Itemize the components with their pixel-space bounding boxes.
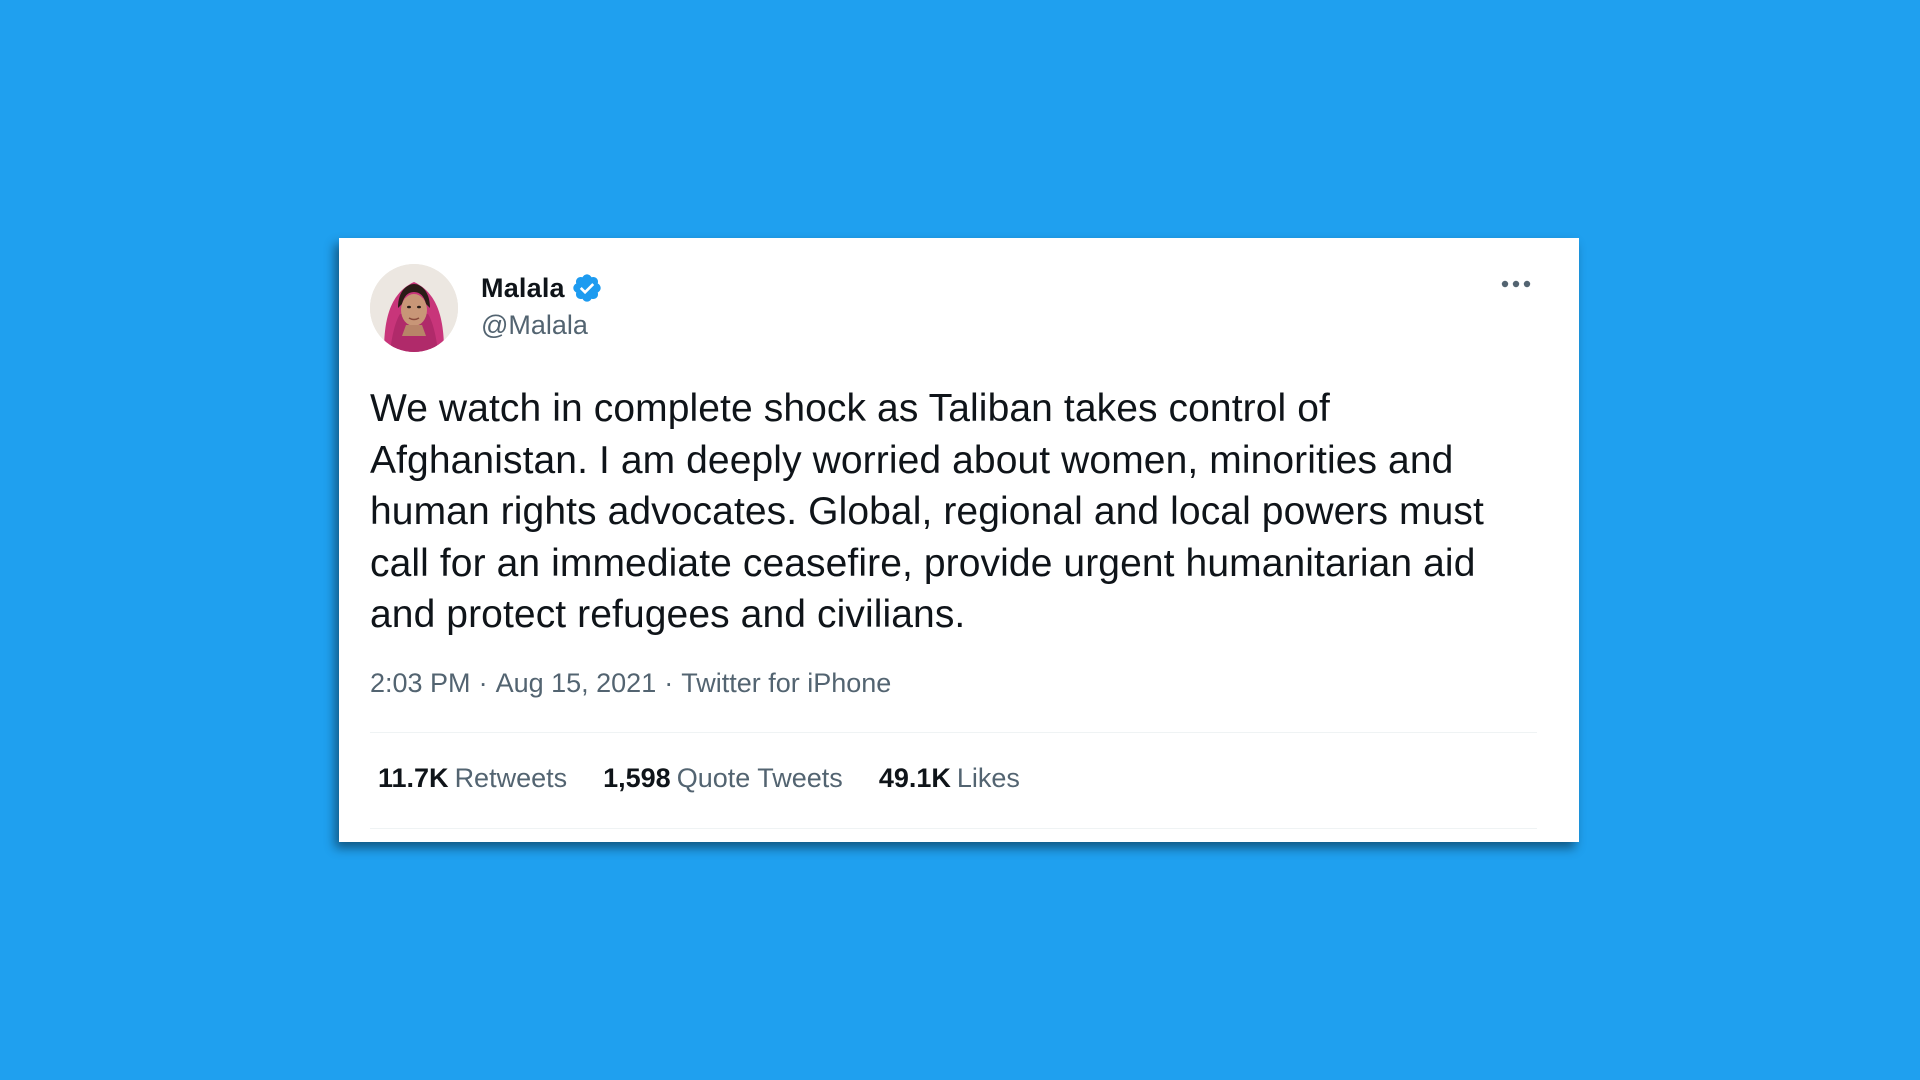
tweet-source[interactable]: Twitter for iPhone [681, 668, 891, 699]
more-options-button[interactable] [1496, 268, 1536, 300]
more-horizontal-icon [1501, 280, 1531, 288]
separator-dot: · [664, 668, 674, 698]
quote-tweets-label: Quote Tweets [676, 763, 843, 793]
retweets-stat[interactable]: 11.7K Retweets [378, 763, 567, 794]
tweet-time[interactable]: 2:03 PM [370, 668, 471, 699]
retweets-count: 11.7K [378, 763, 449, 793]
likes-stat[interactable]: 49.1K Likes [879, 763, 1020, 794]
avatar[interactable] [370, 264, 458, 352]
quote-tweets-stat[interactable]: 1,598 Quote Tweets [603, 763, 843, 794]
tweet-date[interactable]: Aug 15, 2021 [496, 668, 657, 699]
divider [370, 828, 1537, 829]
likes-count: 49.1K [878, 763, 951, 793]
profile-photo-icon [370, 264, 458, 352]
likes-label: Likes [956, 763, 1020, 793]
tweet-metadata: 2:03 PM · Aug 15, 2021 · Twitter for iPh… [370, 668, 891, 699]
quote-tweets-count: 1,598 [603, 763, 671, 793]
display-name[interactable]: Malala [481, 273, 565, 304]
separator-dot: · [478, 668, 488, 698]
author-handle[interactable]: @Malala [481, 310, 588, 341]
verified-badge-icon [571, 272, 603, 304]
retweets-label: Retweets [454, 763, 568, 793]
tweet-card: Malala @Malala We watch in complete shoc… [339, 238, 1579, 842]
engagement-stats: 11.7K Retweets 1,598 Quote Tweets 49.1K Lik… [378, 763, 1056, 794]
divider [370, 732, 1537, 733]
author-name-row[interactable]: Malala [481, 272, 603, 304]
tweet-text: We watch in complete shock as Taliban ta… [370, 387, 1484, 636]
